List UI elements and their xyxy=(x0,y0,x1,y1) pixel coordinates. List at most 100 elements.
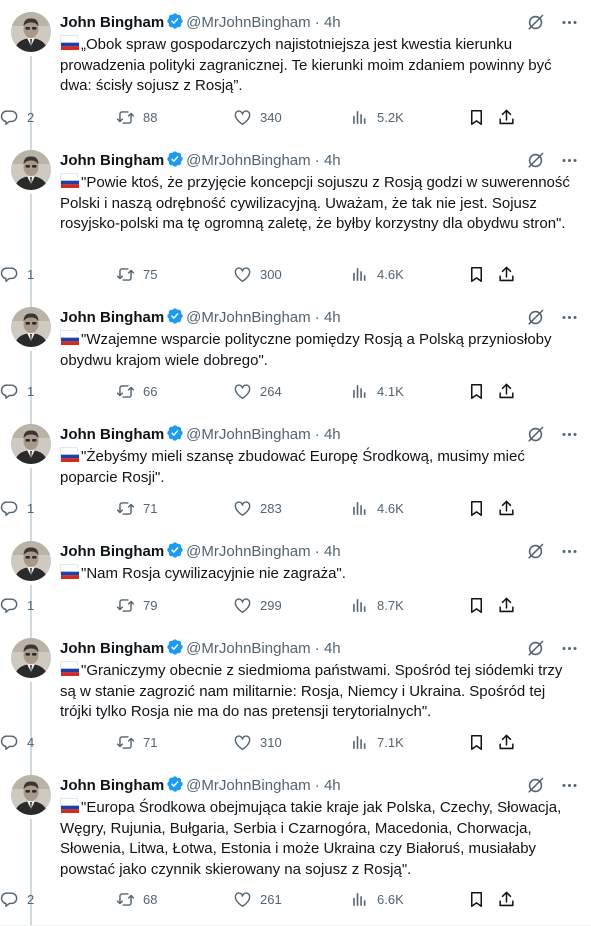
more-dots-icon[interactable] xyxy=(559,638,579,658)
separator-dot: · xyxy=(310,777,324,794)
retweet-button[interactable]: 79 xyxy=(116,596,157,615)
avatar[interactable] xyxy=(11,638,51,678)
grok-slash-icon[interactable] xyxy=(525,424,545,444)
author-name[interactable]: John Bingham xyxy=(60,777,164,794)
more-dots-icon[interactable] xyxy=(559,424,579,444)
like-button[interactable]: 340 xyxy=(233,108,282,127)
like-button[interactable]: 261 xyxy=(233,890,282,909)
avatar[interactable] xyxy=(11,775,51,815)
author-name[interactable]: John Bingham xyxy=(60,426,164,443)
tweet-timestamp[interactable]: 4h xyxy=(324,14,341,31)
reply-button[interactable]: 1 xyxy=(0,596,34,615)
tweet-timestamp[interactable]: 4h xyxy=(324,543,341,560)
share-button[interactable] xyxy=(497,382,516,401)
grok-slash-icon[interactable] xyxy=(525,638,545,658)
bookmark-button[interactable] xyxy=(467,733,486,752)
views-button[interactable]: 4.1K xyxy=(350,382,404,401)
author-handle[interactable]: @MrJohnBingham xyxy=(186,309,310,326)
reply-button[interactable]: 4 xyxy=(0,733,34,752)
grok-slash-icon[interactable] xyxy=(525,541,545,561)
tweet-header-actions xyxy=(511,424,579,444)
tweet[interactable]: John Bingham @MrJohnBingham · 4h "Nam Rosj… xyxy=(0,541,591,638)
more-dots-icon[interactable] xyxy=(559,775,579,795)
reply-button[interactable]: 2 xyxy=(0,108,34,127)
retweet-button[interactable]: 75 xyxy=(116,265,157,284)
like-button[interactable]: 283 xyxy=(233,499,282,518)
author-handle[interactable]: @MrJohnBingham xyxy=(186,777,310,794)
more-dots-icon[interactable] xyxy=(559,150,579,170)
more-dots-icon[interactable] xyxy=(559,12,579,32)
avatar[interactable] xyxy=(11,150,51,190)
views-button[interactable]: 7.1K xyxy=(350,733,404,752)
tweet-timestamp[interactable]: 4h xyxy=(324,640,341,657)
retweet-button[interactable]: 66 xyxy=(116,382,157,401)
tweet-actions: 2 88 340 5.2K xyxy=(0,108,591,130)
tweet[interactable]: John Bingham @MrJohnBingham · 4h "Powie kt… xyxy=(0,150,591,307)
author-name[interactable]: John Bingham xyxy=(60,152,164,169)
tweet-content: John Bingham @MrJohnBingham · 4h „Obok spr… xyxy=(60,12,579,97)
like-button[interactable]: 310 xyxy=(233,733,282,752)
more-dots-icon[interactable] xyxy=(559,307,579,327)
tweet-timestamp[interactable]: 4h xyxy=(324,309,341,326)
grok-slash-icon[interactable] xyxy=(525,150,545,170)
retweet-count: 88 xyxy=(143,110,158,125)
bookmark-button[interactable] xyxy=(467,890,486,909)
retweet-button[interactable]: 71 xyxy=(116,499,157,518)
views-button[interactable]: 5.2K xyxy=(350,108,404,127)
author-name[interactable]: John Bingham xyxy=(60,309,164,326)
share-button[interactable] xyxy=(497,890,516,909)
tweet-timestamp[interactable]: 4h xyxy=(324,777,341,794)
tweet-timestamp[interactable]: 4h xyxy=(324,152,341,169)
share-button[interactable] xyxy=(497,265,516,284)
author-handle[interactable]: @MrJohnBingham xyxy=(186,152,310,169)
views-button[interactable]: 4.6K xyxy=(350,499,404,518)
tweet[interactable]: John Bingham @MrJohnBingham · 4h „Obok spr… xyxy=(0,12,591,150)
tweet[interactable]: John Bingham @MrJohnBingham · 4h "Wzajemne… xyxy=(0,307,591,424)
tweet[interactable]: John Bingham @MrJohnBingham · 4h "Graniczy… xyxy=(0,638,591,775)
like-button[interactable]: 300 xyxy=(233,265,282,284)
avatar[interactable] xyxy=(11,307,51,347)
share-button[interactable] xyxy=(497,596,516,615)
author-name[interactable]: John Bingham xyxy=(60,14,164,31)
retweet-button[interactable]: 88 xyxy=(116,108,157,127)
views-button[interactable]: 8.7K xyxy=(350,596,404,615)
grok-slash-icon[interactable] xyxy=(525,12,545,32)
tweet-content: John Bingham @MrJohnBingham · 4h "Żebyśmy … xyxy=(60,424,579,488)
reply-button[interactable]: 2 xyxy=(0,890,34,909)
bookmark-button[interactable] xyxy=(467,499,486,518)
author-handle[interactable]: @MrJohnBingham xyxy=(186,426,310,443)
tweet[interactable]: John Bingham @MrJohnBingham · 4h "Europa Ś… xyxy=(0,775,591,926)
bookmark-button[interactable] xyxy=(467,265,486,284)
share-button[interactable] xyxy=(497,499,516,518)
share-button[interactable] xyxy=(497,108,516,127)
views-button[interactable]: 4.6K xyxy=(350,265,404,284)
bookmark-button[interactable] xyxy=(467,382,486,401)
author-handle[interactable]: @MrJohnBingham xyxy=(186,543,310,560)
retweet-button[interactable]: 68 xyxy=(116,890,157,909)
grok-slash-icon[interactable] xyxy=(525,775,545,795)
more-dots-icon[interactable] xyxy=(559,541,579,561)
reply-button[interactable]: 1 xyxy=(0,499,34,518)
tweet-body: "Wzajemne wsparcie polityczne pomiędzy R… xyxy=(60,331,552,369)
views-button[interactable]: 6.6K xyxy=(350,890,404,909)
bookmark-button[interactable] xyxy=(467,108,486,127)
retweet-button[interactable]: 71 xyxy=(116,733,157,752)
author-name[interactable]: John Bingham xyxy=(60,543,164,560)
tweet[interactable]: John Bingham @MrJohnBingham · 4h "Żebyśmy … xyxy=(0,424,591,541)
avatar[interactable] xyxy=(11,541,51,581)
views-chart-icon xyxy=(350,108,369,127)
like-button[interactable]: 299 xyxy=(233,596,282,615)
bookmark-button[interactable] xyxy=(467,596,486,615)
like-count: 261 xyxy=(260,892,282,907)
reply-button[interactable]: 1 xyxy=(0,382,34,401)
author-handle[interactable]: @MrJohnBingham xyxy=(186,640,310,657)
avatar[interactable] xyxy=(11,424,51,464)
reply-button[interactable]: 1 xyxy=(0,265,34,284)
author-handle[interactable]: @MrJohnBingham xyxy=(186,14,310,31)
avatar[interactable] xyxy=(11,12,51,52)
tweet-timestamp[interactable]: 4h xyxy=(324,426,341,443)
author-name[interactable]: John Bingham xyxy=(60,640,164,657)
like-button[interactable]: 264 xyxy=(233,382,282,401)
share-button[interactable] xyxy=(497,733,516,752)
grok-slash-icon[interactable] xyxy=(525,307,545,327)
